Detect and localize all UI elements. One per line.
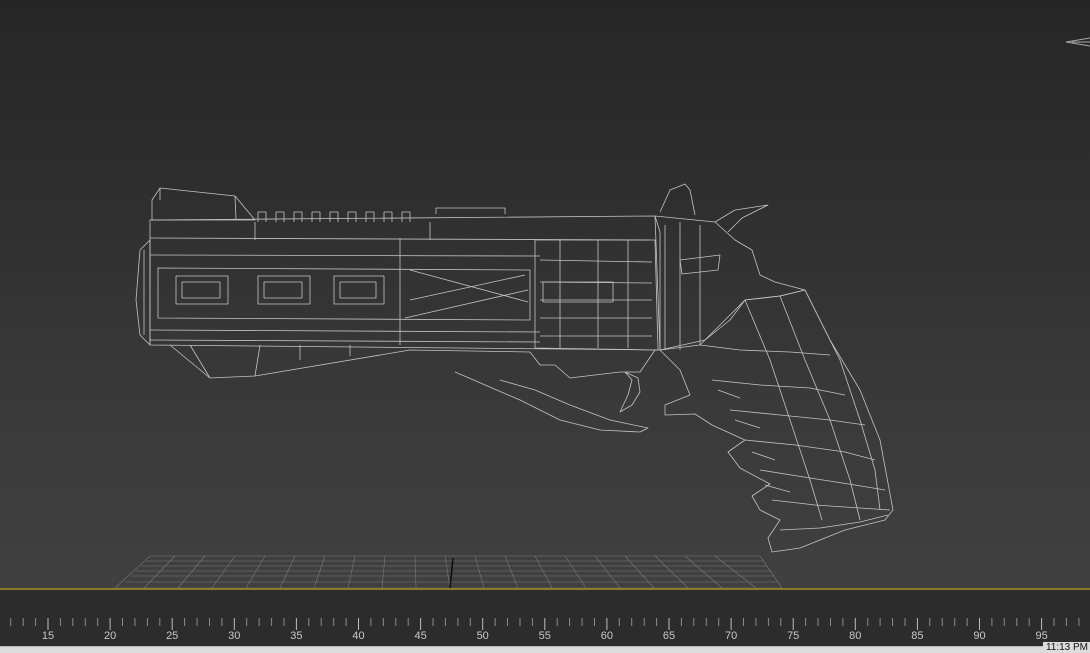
timeline-tick-label: 20 — [103, 630, 117, 642]
timeline-tick-label: 70 — [724, 630, 738, 642]
timeline-tick-label: 75 — [787, 630, 800, 642]
perspective-viewport[interactable] — [0, 0, 1090, 588]
timeline-tick-label: 55 — [538, 630, 551, 642]
timeline-tick-label: 60 — [600, 630, 614, 642]
timeline-tick-label: 65 — [662, 630, 676, 642]
windows-taskbar — [0, 646, 1090, 653]
timeline-tick-label: 50 — [476, 630, 489, 642]
timeline-tick-label: 30 — [228, 630, 241, 642]
timeline-tick-label: 85 — [911, 630, 924, 642]
timeline-tick-label: 90 — [973, 630, 986, 642]
timeline-tick-label: 95 — [1035, 630, 1048, 642]
taskbar-clock[interactable]: 11:13 PM — [1042, 642, 1090, 653]
view-compass-icon[interactable] — [1065, 37, 1090, 47]
ground-grid-icon — [114, 555, 783, 588]
timeline-track[interactable]: 15 20 25 30 35 40 45 50 55 60 65 70 75 80 85 90 95 — [0, 588, 1090, 648]
timeline-tick-label: 35 — [290, 630, 303, 642]
timeline-tick-label: 80 — [849, 630, 862, 642]
timeline-tick-label: 45 — [414, 630, 427, 642]
timeline-tick-label: 40 — [352, 630, 365, 642]
timeline-tick-label: 25 — [166, 630, 179, 642]
viewport-canvas — [114, 37, 1090, 588]
timeline-tick-label: 15 — [41, 630, 55, 642]
max-window: 15 20 25 30 35 40 45 50 55 60 65 70 75 80 85 90 95 11:13… — [0, 0, 1090, 653]
revolver-wireframe-icon — [135, 183, 894, 553]
